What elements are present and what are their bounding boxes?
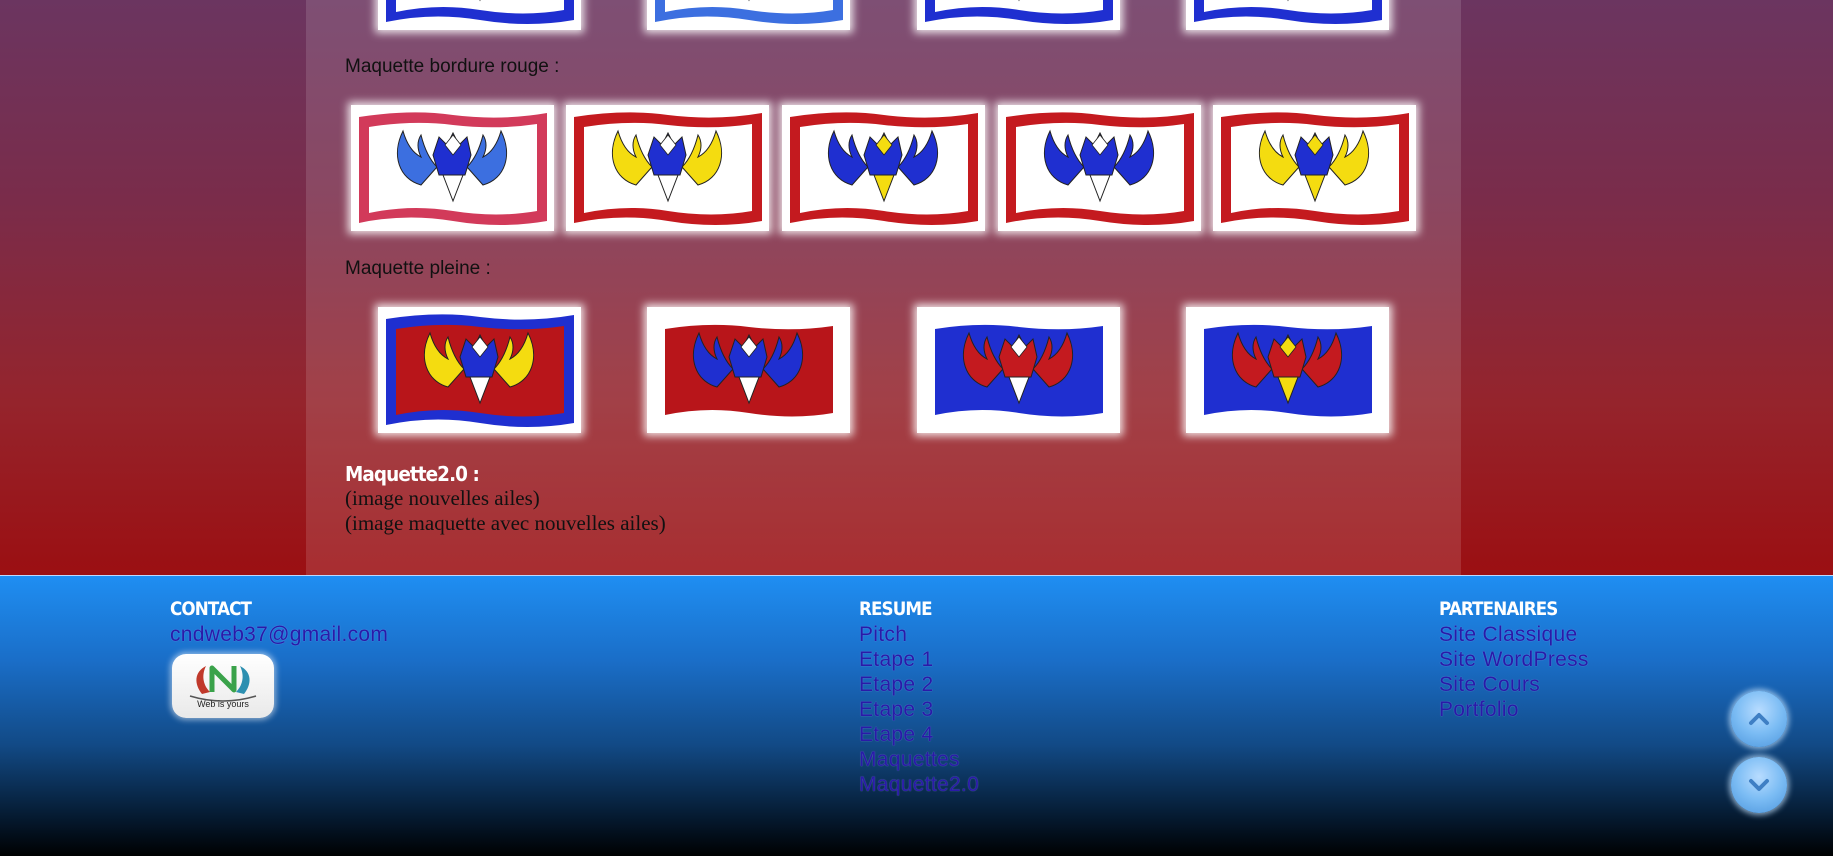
partner-link-site-wordpress[interactable]: Site WordPress	[1439, 648, 1589, 672]
chevron-up-icon	[1749, 713, 1769, 725]
footer-contact-title: CONTACT	[170, 598, 252, 620]
contact-email-link[interactable]: cndweb37@gmail.com	[170, 623, 388, 647]
resume-link-etape-2[interactable]: Etape 2	[859, 673, 934, 697]
flag-pleine-3[interactable]	[917, 307, 1120, 433]
flag-bordure-rouge-3[interactable]	[782, 105, 985, 231]
flag-top-4[interactable]	[1186, 0, 1389, 30]
resume-link-pitch[interactable]: Pitch	[859, 623, 907, 647]
site-logo[interactable]: Web is yours	[172, 654, 274, 718]
partner-link-site-classique[interactable]: Site Classique	[1439, 623, 1577, 647]
logo-caption: Web is yours	[197, 699, 249, 709]
resume-link-etape-3[interactable]: Etape 3	[859, 698, 934, 722]
flag-top-2[interactable]	[647, 0, 850, 30]
flag-bordure-rouge-4[interactable]	[998, 105, 1201, 231]
flag-bordure-rouge-5[interactable]	[1213, 105, 1416, 231]
flag-top-3[interactable]	[917, 0, 1120, 30]
partner-link-portfolio[interactable]: Portfolio	[1439, 698, 1519, 722]
flag-top-1[interactable]	[378, 0, 581, 30]
section-label-pleine: Maquette pleine :	[345, 258, 491, 279]
footer-resume-title: RESUME	[859, 598, 933, 620]
flag-pleine-2[interactable]	[647, 307, 850, 433]
scroll-down-button[interactable]	[1731, 757, 1787, 813]
resume-link-maquette2[interactable]: Maquette2.0	[859, 773, 979, 797]
scroll-up-button[interactable]	[1731, 691, 1787, 747]
resume-link-etape-4[interactable]: Etape 4	[859, 723, 934, 747]
maquette2-line-2: (image maquette avec nouvelles ailes)	[345, 511, 666, 535]
flag-bordure-rouge-2[interactable]	[566, 105, 769, 231]
section-label-bordure-rouge: Maquette bordure rouge :	[345, 56, 560, 77]
flag-pleine-1[interactable]	[378, 307, 581, 433]
resume-link-etape-1[interactable]: Etape 1	[859, 648, 934, 672]
partner-link-site-cours[interactable]: Site Cours	[1439, 673, 1540, 697]
flag-bordure-rouge-1[interactable]	[351, 105, 554, 231]
resume-link-maquettes[interactable]: Maquettes	[859, 748, 960, 772]
maquette2-title: Maquette2.0 :	[345, 462, 480, 486]
footer-partenaires-title: PARTENAIRES	[1439, 598, 1558, 620]
flag-pleine-4[interactable]	[1186, 307, 1389, 433]
chevron-down-icon	[1749, 779, 1769, 791]
maquette2-line-1: (image nouvelles ailes)	[345, 486, 540, 510]
